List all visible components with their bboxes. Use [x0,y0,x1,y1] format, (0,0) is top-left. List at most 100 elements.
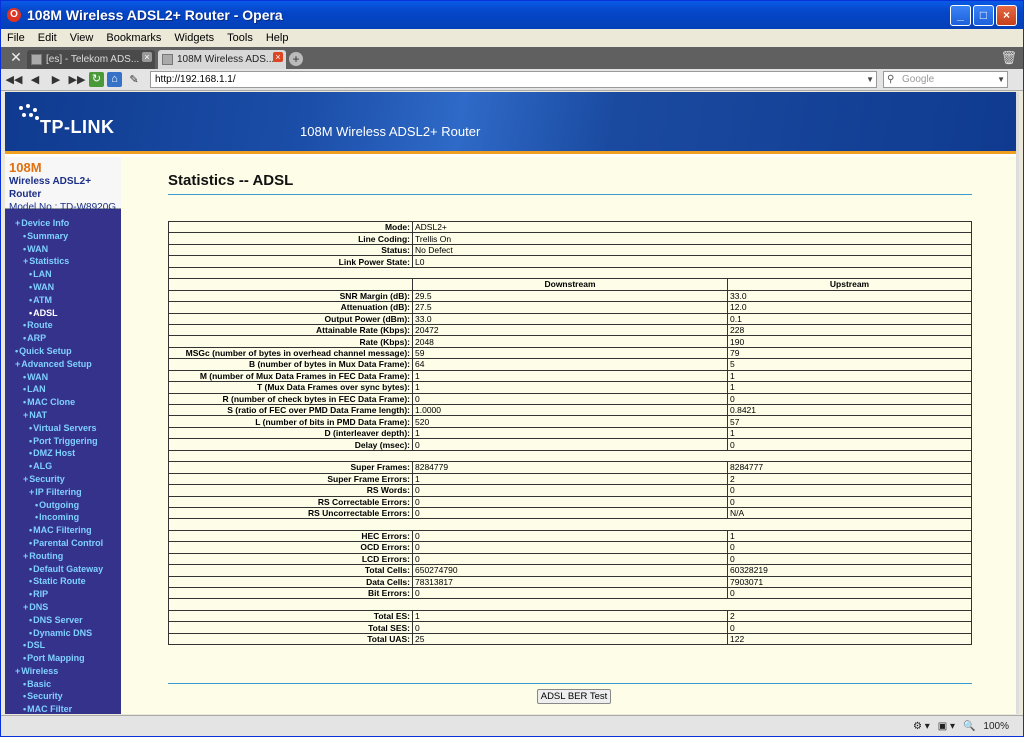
menu-bookmarks[interactable]: Bookmarks [106,32,161,44]
sidebar-item-adsl[interactable]: •ADSL [5,307,121,320]
table-header-row: Downstream Upstream [168,278,972,291]
sidebar-menu: +Device Info •Summary •WAN +Statistics •LAN •… [5,209,121,714]
sidebar-item-route[interactable]: •Route [5,319,121,332]
menu-widgets[interactable]: Widgets [174,32,214,44]
table-row: Mode: ADSL2+ [168,220,972,234]
sidebar-item-nat[interactable]: +NAT [5,409,121,422]
minimize-button[interactable]: _ [950,4,971,26]
spacer-cell [168,449,972,463]
forward-icon[interactable]: ▶ [47,71,65,89]
menu-file[interactable]: File [7,32,25,44]
sidebar-item-wan[interactable]: •WAN [5,243,121,256]
close-button[interactable]: × [996,4,1017,26]
sidebar-item-port-triggering[interactable]: •Port Triggering [5,435,121,448]
scrollbar[interactable] [1016,92,1019,714]
sidebar-item-wan[interactable]: •WAN [5,371,121,384]
bullet-icon: • [29,589,33,600]
sidebar-item-parental-control[interactable]: •Parental Control [5,537,121,550]
camera-icon[interactable]: ▣ ▾ [938,721,955,732]
sidebar-item-dynamic-dns[interactable]: •Dynamic DNS [5,627,121,640]
sidebar-item-wireless[interactable]: +Wireless [5,665,121,678]
sidebar-item-dns[interactable]: +DNS [5,601,121,614]
sidebar-item-quick-setup[interactable]: •Quick Setup [5,345,121,358]
menu-help[interactable]: Help [266,32,289,44]
downstream-value: 33.0 [412,312,728,325]
sidebar-item-lan[interactable]: •LAN [5,268,121,281]
wand-icon[interactable]: ✎ [125,71,143,89]
tab-router[interactable]: 108M Wireless ADS... × [158,50,286,69]
tools-icon[interactable]: ✕ [5,49,27,66]
reload-icon[interactable]: ↻ [89,72,104,87]
bullet-icon: • [29,307,33,318]
table-row: Status: No Defect [168,243,972,257]
back-icon[interactable]: ◀ [26,71,44,89]
sidebar-item-atm[interactable]: •ATM [5,294,121,307]
sidebar-item-device-info[interactable]: +Device Info [5,217,121,230]
sidebar-item-basic[interactable]: •Basic [5,678,121,691]
bullet-icon: • [29,537,33,548]
home-icon[interactable]: ⌂ [107,72,122,87]
rewind-icon[interactable]: ◀◀ [5,71,23,89]
tab-telekom[interactable]: [es] - Telekom ADS... × [27,50,155,69]
menu-view[interactable]: View [70,32,94,44]
tab-label: 108M Wireless ADS... [177,54,275,65]
sidebar-item-statistics[interactable]: +Statistics [5,255,121,268]
chevron-down-icon[interactable]: ▼ [866,72,874,87]
upstream-value: 12.0 [727,301,972,314]
downstream-value: 0 [412,484,728,497]
tab-close-icon[interactable]: × [142,52,152,62]
widget-icon[interactable]: ⚙ ▾ [913,721,930,732]
sidebar-item-arp[interactable]: •ARP [5,332,121,345]
maximize-button[interactable]: □ [973,4,994,26]
trash-icon[interactable]: 🗑 [1000,50,1017,66]
sidebar-item-label: Port Triggering [33,435,98,446]
bullet-icon: • [29,461,33,472]
new-tab-icon[interactable]: + [289,52,303,66]
stat-value: ADSL2+ [412,220,972,234]
sidebar-item-routing[interactable]: +Routing [5,550,121,563]
sidebar-item-dmz-host[interactable]: •DMZ Host [5,447,121,460]
address-input[interactable]: http://192.168.1.1/ ▼ [150,71,877,88]
sidebar-item-advanced-setup[interactable]: +Advanced Setup [5,358,121,371]
sidebar-item-dsl[interactable]: •DSL [5,639,121,652]
table-row: Attainable Rate (Kbps): 20472 228 [168,323,972,337]
zoom-icon: 🔍 [962,720,976,732]
fast-forward-icon[interactable]: ▶▶ [68,71,86,89]
sidebar-item-alg[interactable]: •ALG [5,460,121,473]
menu-tools[interactable]: Tools [227,32,253,44]
menu-edit[interactable]: Edit [38,32,57,44]
stat-value: Trellis On [412,232,972,245]
sidebar-item-label: WAN [33,281,55,292]
adsl-ber-test-button[interactable]: ADSL BER Test [537,689,611,704]
sidebar-item-dns-server[interactable]: •DNS Server [5,614,121,627]
bullet-icon: • [23,320,27,331]
browser-window: O 108M Wireless ADSL2+ Router - Opera _ … [0,0,1024,737]
stat-label: MSGc (number of bytes in overhead channe… [168,346,413,360]
sidebar-item-lan[interactable]: •LAN [5,383,121,396]
sidebar-item-mac-filtering[interactable]: •MAC Filtering [5,524,121,537]
zoom-level[interactable]: 100% [983,721,1009,732]
model-speed: 108M [9,160,42,175]
stat-label: Attenuation (dB): [168,301,413,314]
sidebar-item-security[interactable]: +Security [5,473,121,486]
sidebar-item-default-gateway[interactable]: •Default Gateway [5,563,121,576]
upstream-value: 0 [727,621,972,634]
sidebar-item-summary[interactable]: •Summary [5,230,121,243]
sidebar-item-label: IP Filtering [35,486,82,497]
search-input[interactable]: ⚲ Google ▼ [883,71,1008,88]
sidebar-item-mac-filter[interactable]: •MAC Filter [5,703,121,714]
sidebar-item-wan[interactable]: •WAN [5,281,121,294]
sidebar-item-outgoing[interactable]: •Outgoing [5,499,121,512]
sidebar-item-rip[interactable]: •RIP [5,588,121,601]
sidebar-item-incoming[interactable]: •Incoming [5,511,121,524]
sidebar-item-static-route[interactable]: •Static Route [5,575,121,588]
sidebar-item-virtual-servers[interactable]: •Virtual Servers [5,422,121,435]
tab-close-icon[interactable]: × [273,52,283,62]
sidebar-item-security[interactable]: •Security [5,690,121,703]
sidebar-item-mac-clone[interactable]: •MAC Clone [5,396,121,409]
sidebar-item-ip-filtering[interactable]: +IP Filtering [5,486,121,499]
upstream-value: 2 [727,609,972,623]
sidebar-item-port-mapping[interactable]: •Port Mapping [5,652,121,665]
chevron-down-icon[interactable]: ▼ [997,72,1005,87]
sidebar-item-label: ALG [33,461,53,472]
